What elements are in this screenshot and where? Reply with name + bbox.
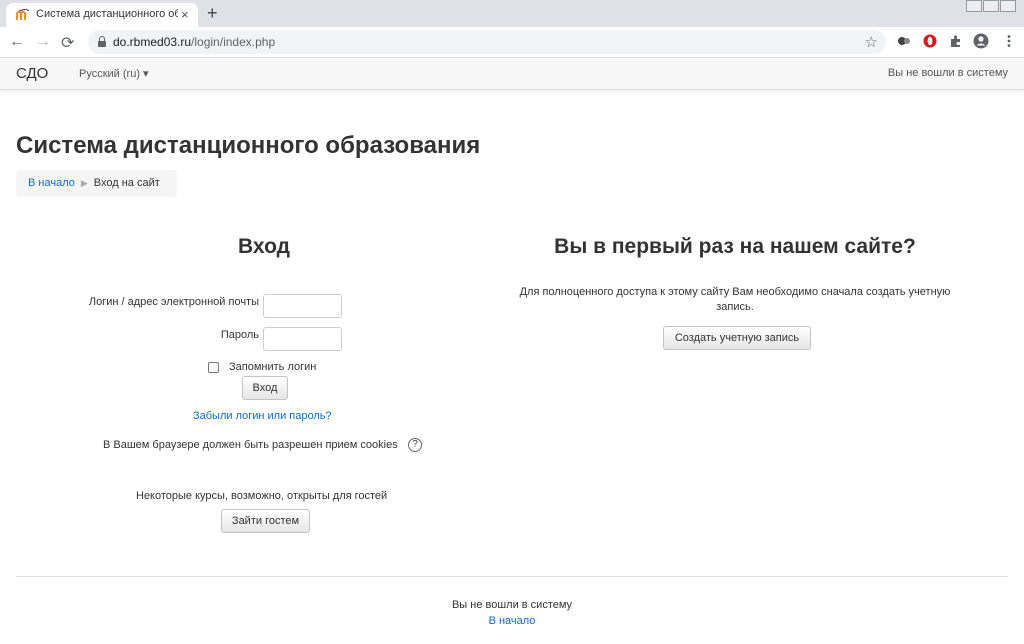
window-controls bbox=[965, 0, 1016, 14]
username-label: Логин / адрес электронной почты bbox=[88, 296, 259, 308]
site-navbar: СДО Русский (ru) ▾ Вы не вошли в систему bbox=[0, 58, 1024, 90]
footer-home-link[interactable]: В начало bbox=[0, 615, 1024, 627]
footer-divider bbox=[16, 576, 1008, 577]
tab-title: Система дистанционного образ bbox=[36, 8, 178, 20]
tab-close-icon[interactable]: × bbox=[181, 7, 189, 22]
breadcrumb: В начало ▶ Вход на сайт bbox=[16, 170, 177, 197]
username-field[interactable] bbox=[263, 294, 342, 318]
cookies-notice: В Вашем браузере должен быть разрешен пр… bbox=[103, 439, 398, 451]
forgot-password-link[interactable]: Забыли логин или пароль? bbox=[193, 410, 332, 422]
browser-tabstrip: Система дистанционного образ × + bbox=[0, 0, 1024, 27]
restore-icon[interactable] bbox=[983, 0, 999, 12]
url-text: do.rbmed03.ru/login/index.php bbox=[113, 35, 276, 49]
extension-icon[interactable] bbox=[897, 34, 911, 48]
close-window-icon[interactable] bbox=[1000, 0, 1016, 12]
remember-login-checkbox[interactable] bbox=[208, 362, 219, 373]
signup-description: Для полноценного доступа к этому сайту В… bbox=[519, 286, 951, 313]
breadcrumb-current: Вход на сайт bbox=[93, 177, 160, 189]
opera-extension-icon[interactable] bbox=[923, 34, 937, 48]
browser-toolbar: ← → ⟳ do.rbmed03.ru/login/index.php ☆ bbox=[0, 27, 1024, 58]
reload-icon[interactable]: ⟳ bbox=[61, 33, 74, 53]
puzzle-icon[interactable] bbox=[949, 34, 963, 48]
create-account-button[interactable]: Создать учетную запись bbox=[663, 326, 811, 350]
site-brand[interactable]: СДО bbox=[16, 65, 48, 82]
browser-tab[interactable]: Система дистанционного образ × bbox=[6, 3, 198, 27]
profile-avatar-icon[interactable] bbox=[973, 33, 989, 49]
menu-kebab-icon[interactable] bbox=[1002, 34, 1016, 48]
breadcrumb-home-link[interactable]: В начало bbox=[28, 177, 75, 189]
language-menu[interactable]: Русский (ru) ▾ bbox=[79, 67, 149, 80]
page-title: Система дистанционного образования bbox=[16, 132, 481, 159]
login-status: Вы не вошли в систему bbox=[887, 67, 1008, 79]
guest-login-button[interactable]: Зайти гостем bbox=[221, 509, 310, 533]
footer-login-status: Вы не вошли в систему bbox=[451, 599, 573, 611]
moodle-favicon-icon bbox=[16, 9, 30, 20]
login-button[interactable]: Вход bbox=[242, 376, 288, 400]
bookmark-star-icon[interactable]: ☆ bbox=[865, 33, 878, 51]
minimize-icon[interactable] bbox=[966, 0, 982, 12]
lock-icon[interactable] bbox=[98, 36, 106, 47]
address-bar[interactable]: do.rbmed03.ru/login/index.php ☆ bbox=[88, 30, 886, 54]
back-icon[interactable]: ← bbox=[9, 33, 25, 51]
signup-heading: Вы в первый раз на нашем сайте? bbox=[554, 235, 916, 258]
remember-login-label: Запомнить логин bbox=[229, 361, 317, 373]
forward-icon[interactable]: → bbox=[35, 33, 51, 51]
help-icon[interactable]: ? bbox=[408, 438, 422, 452]
breadcrumb-separator-icon: ▶ bbox=[80, 178, 88, 188]
guest-notice: Некоторые курсы, возможно, открыты для г… bbox=[136, 490, 388, 502]
password-label: Пароль bbox=[220, 329, 259, 341]
login-heading: Вход bbox=[238, 235, 290, 258]
new-tab-button[interactable]: + bbox=[207, 3, 218, 24]
password-field[interactable] bbox=[263, 327, 342, 351]
